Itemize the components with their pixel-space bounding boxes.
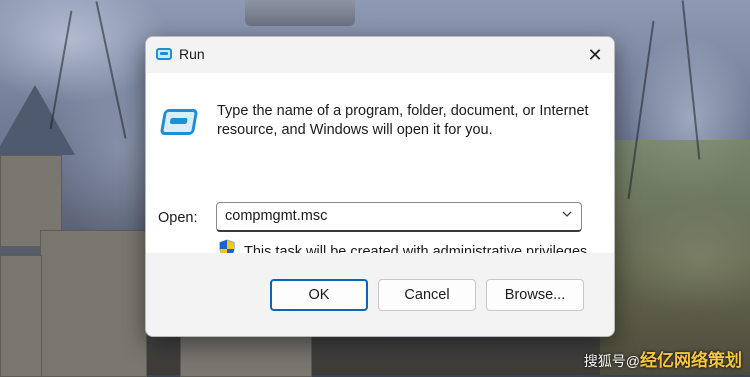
wallpaper-building bbox=[180, 335, 312, 377]
open-input[interactable] bbox=[225, 208, 545, 224]
watermark-text: 经亿网络策划 bbox=[640, 351, 742, 370]
wallpaper-tree bbox=[95, 1, 127, 139]
wallpaper-roof bbox=[0, 85, 75, 155]
chevron-down-icon[interactable] bbox=[561, 208, 573, 223]
dialog-content: Type the name of a program, folder, docu… bbox=[146, 73, 614, 260]
browse-button[interactable]: Browse... bbox=[486, 279, 584, 311]
open-combobox[interactable] bbox=[216, 202, 582, 232]
close-icon: ✕ bbox=[587, 44, 603, 65]
watermark-prefix: 搜狐号@ bbox=[583, 353, 640, 369]
wallpaper-building bbox=[40, 230, 147, 377]
cancel-button[interactable]: Cancel bbox=[378, 279, 476, 311]
wallpaper-hillside bbox=[600, 140, 750, 375]
wallpaper-dome bbox=[245, 0, 355, 26]
run-large-icon bbox=[159, 109, 199, 135]
wallpaper-building bbox=[0, 255, 42, 377]
run-icon bbox=[156, 48, 172, 60]
wallpaper-tree bbox=[681, 0, 701, 160]
ok-button[interactable]: OK bbox=[270, 279, 368, 311]
dialog-description: Type the name of a program, folder, docu… bbox=[217, 103, 589, 138]
watermark: 搜狐号@经亿网络策划 bbox=[584, 346, 742, 371]
run-dialog: Run ✕ Type the name of a program, folder… bbox=[145, 36, 615, 337]
open-label: Open: bbox=[158, 210, 198, 226]
close-button[interactable]: ✕ bbox=[580, 40, 610, 70]
title-bar[interactable]: Run ✕ bbox=[146, 37, 614, 73]
dialog-footer: OK Cancel Browse... bbox=[146, 253, 614, 336]
dialog-title: Run bbox=[179, 46, 205, 62]
